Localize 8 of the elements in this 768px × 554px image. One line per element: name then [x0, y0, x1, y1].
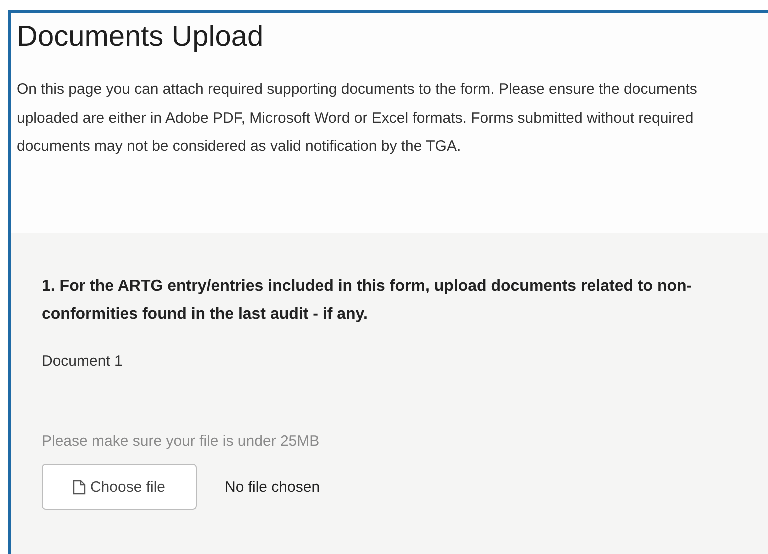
file-icon [73, 480, 86, 494]
file-status: No file chosen [225, 478, 320, 496]
file-size-hint: Please make sure your file is under 25MB [42, 433, 321, 450]
page-title: Documents Upload [17, 21, 265, 54]
document-label: Document 1 [42, 353, 124, 370]
intro-paragraph: On this page you can attach required supporting documents to the form. Please ensure the documents uploaded are either in Adobe PDF, Microsoft Word or Excel formats. Forms submitted without required documents may not be considered as valid notification by the TGA. [17, 80, 698, 157]
choose-file-button[interactable]: Choose file [42, 464, 197, 510]
question-label: 1. For the ARTG entry/entries included in this form, upload documents related to non-conformities found in the last audit - if any. [42, 277, 694, 325]
